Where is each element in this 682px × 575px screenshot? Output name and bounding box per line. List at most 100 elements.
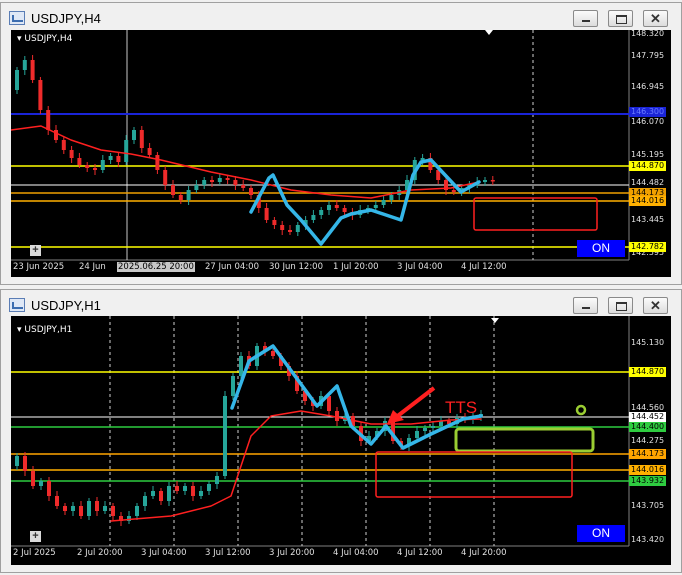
zone-rectangle (375, 451, 573, 498)
chart-window-h1[interactable]: USDJPY,H1 ✕ ▾ USDJPY,H1 145.130 144.560 … (0, 289, 682, 573)
candle-body (69, 150, 74, 158)
maximize-button[interactable] (608, 297, 633, 314)
candle-body (15, 456, 19, 466)
price-label: 144.275 (631, 436, 665, 445)
on-button[interactable]: ON (577, 240, 625, 257)
time-label: 1 Jul 20:00 (333, 262, 379, 272)
zone-rectangle (473, 197, 598, 231)
price-label: 145.195 (631, 150, 665, 159)
candle-body (431, 426, 435, 428)
candle-body (311, 215, 316, 220)
chart-symbol-label: ▾ USDJPY,H4 (17, 34, 73, 44)
candle-body (288, 230, 292, 232)
candle-body (210, 180, 214, 182)
add-icon[interactable]: + (30, 531, 41, 542)
on-button[interactable]: ON (577, 525, 625, 542)
chart-window-h4[interactable]: USDJPY,H4 ✕ ▾ USDJPY,H4 148.320 147.795 … (0, 2, 682, 285)
marker-circle-icon (575, 404, 587, 416)
candle-body (132, 130, 136, 140)
chart-canvas[interactable] (11, 316, 671, 565)
maximize-button[interactable] (608, 10, 633, 27)
close-button[interactable]: ✕ (643, 297, 668, 314)
time-label: 3 Jul 12:00 (205, 548, 251, 558)
candle-body (451, 190, 456, 192)
shift-marker-icon (491, 318, 499, 323)
candle-body (135, 506, 139, 516)
chart-symbol-label: ▾ USDJPY,H1 (17, 325, 73, 335)
candle-body (55, 496, 59, 506)
candle-body (155, 155, 160, 170)
candle-body (108, 156, 113, 160)
candle-body (93, 168, 97, 170)
candle-body (215, 476, 219, 484)
candle-body (381, 200, 386, 205)
candle-body (183, 486, 187, 491)
price-label: 145.130 (631, 338, 665, 347)
candle-body (207, 484, 211, 491)
candle-body (327, 205, 331, 210)
time-label: 27 Jun 04:00 (205, 262, 259, 272)
price-tag-yellow: 144.870 (629, 367, 667, 377)
candle-body (31, 471, 35, 486)
candle-body (483, 180, 487, 182)
zone-rectangle (454, 427, 595, 453)
window-title: USDJPY,H4 (31, 11, 101, 26)
candle-body (63, 506, 67, 511)
candle-body (163, 170, 168, 185)
candle-body (85, 165, 90, 168)
time-label: 30 Jun 12:00 (269, 262, 323, 272)
close-button[interactable]: ✕ (643, 10, 668, 27)
candle-body (143, 496, 147, 506)
candle-body (15, 70, 19, 90)
candle-body (100, 160, 105, 170)
candle-body (46, 110, 51, 130)
price-tag-yellow: 142.782 (629, 242, 667, 252)
shift-marker-icon (485, 30, 493, 35)
candle-body (191, 486, 195, 496)
price-label: 144.482 (631, 178, 665, 187)
candle-body (225, 178, 230, 180)
candle-body (231, 376, 235, 396)
price-chart-h1[interactable]: ▾ USDJPY,H1 145.130 144.560 144.275 143.… (11, 316, 671, 565)
price-label: 148.320 (631, 29, 665, 38)
candle-body (199, 491, 203, 496)
close-icon: ✕ (650, 298, 661, 313)
candle-body (334, 205, 339, 208)
candle-body (490, 180, 495, 182)
price-tag-orange: 144.173 (629, 449, 667, 459)
add-icon[interactable]: + (30, 245, 41, 256)
candle-body (77, 158, 82, 165)
price-label: 147.795 (631, 51, 665, 60)
price-label: 146.070 (631, 117, 665, 126)
crosshair-time-label: 2025.06.25 20:00 (117, 262, 195, 272)
price-label: 143.445 (631, 215, 665, 224)
candle-body (111, 506, 115, 516)
minimize-button[interactable] (573, 297, 598, 314)
candle-body (272, 220, 277, 225)
candle-body (151, 491, 155, 496)
candle-body (241, 185, 246, 188)
minimize-button[interactable] (573, 10, 598, 27)
time-label: 23 Jun 2025 (13, 262, 65, 272)
candle-body (202, 180, 207, 185)
price-tag-green: 143.932 (629, 476, 667, 486)
candle-body (47, 481, 51, 496)
candle-body (23, 456, 27, 471)
window-titlebar[interactable]: USDJPY,H4 ✕ (1, 3, 681, 33)
price-chart-h4[interactable]: ▾ USDJPY,H4 148.320 147.795 146.945 146.… (11, 29, 671, 277)
price-label: 143.705 (631, 501, 665, 510)
candle-body (423, 428, 427, 431)
candle-body (139, 130, 144, 148)
time-label: 4 Jul 12:00 (461, 262, 507, 272)
time-label: 4 Jul 20:00 (461, 548, 507, 558)
time-label: 4 Jul 12:00 (397, 548, 443, 558)
chart-window-icon (9, 298, 25, 312)
candle-body (30, 60, 35, 80)
trend-drawing (249, 158, 481, 246)
candle-body (373, 205, 378, 208)
close-icon: ✕ (650, 11, 661, 26)
candle-body (124, 140, 129, 162)
chart-canvas[interactable] (11, 30, 671, 277)
price-tag-orange: 144.016 (629, 196, 667, 206)
candle-body (295, 225, 300, 232)
